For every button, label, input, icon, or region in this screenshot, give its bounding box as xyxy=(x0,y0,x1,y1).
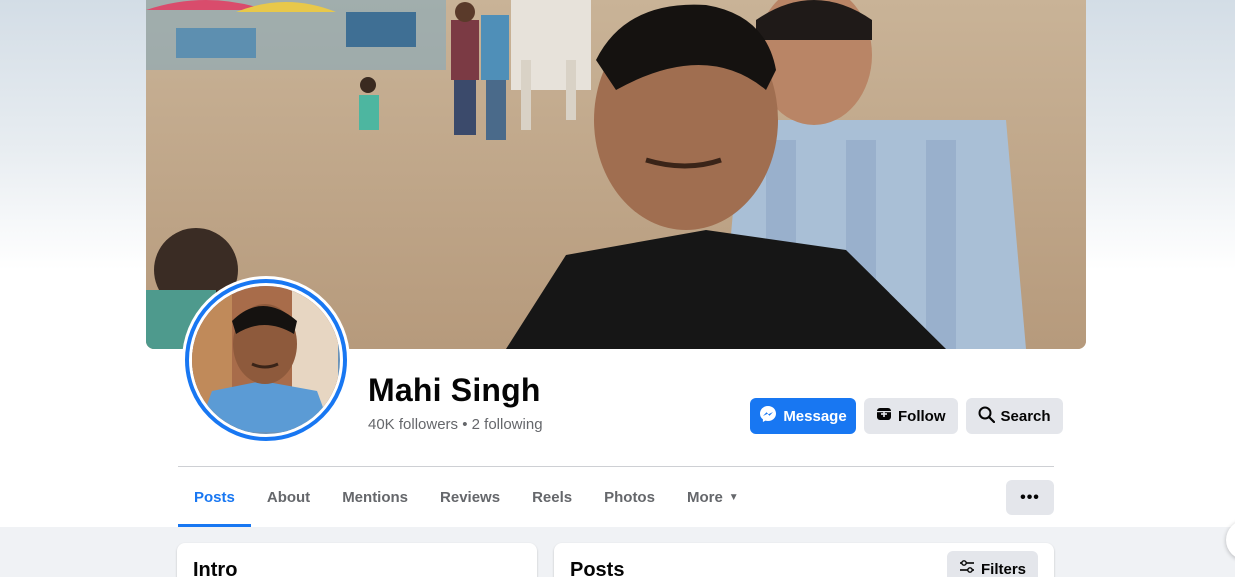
tab-label: More xyxy=(686,489,723,506)
search-label: Search xyxy=(1000,407,1051,425)
tab-photos[interactable]: Photos xyxy=(588,468,671,527)
more-dots-icon: ••• xyxy=(1020,488,1040,506)
followers-count[interactable]: 40K followers xyxy=(368,416,458,433)
tab-label: About xyxy=(266,489,311,506)
profile-avatar[interactable] xyxy=(182,276,350,444)
intro-title: Intro xyxy=(193,559,238,577)
posts-card: Posts Filters xyxy=(554,543,1054,577)
tab-label: Posts xyxy=(194,489,235,506)
profile-actions: Message Follow Search xyxy=(750,398,1063,434)
avatar-image xyxy=(192,286,340,434)
posts-title: Posts xyxy=(570,559,625,577)
follow-label: Follow xyxy=(898,407,946,425)
tab-about[interactable]: About xyxy=(251,468,326,527)
stats-separator: • xyxy=(462,416,468,433)
tab-reels[interactable]: Reels xyxy=(516,468,588,527)
intro-card: Intro xyxy=(177,543,537,577)
profile-tabs: Posts About Mentions Reviews Reels Photo… xyxy=(178,468,755,527)
profile-name: Mahi Singh xyxy=(368,372,541,408)
tab-reviews[interactable]: Reviews xyxy=(424,468,516,527)
story-ring xyxy=(185,279,347,441)
tab-label: Photos xyxy=(604,489,655,506)
follow-stats: 40K followers • 2 following xyxy=(368,416,543,433)
tab-more[interactable]: More ▼ xyxy=(671,468,755,527)
header-divider xyxy=(178,466,1054,467)
tab-label: Reels xyxy=(532,489,573,506)
follow-button[interactable]: Follow xyxy=(864,398,958,434)
following-count[interactable]: 2 following xyxy=(472,416,543,433)
filters-label: Filters xyxy=(980,560,1026,577)
tab-label: Reviews xyxy=(440,489,501,506)
tab-mentions[interactable]: Mentions xyxy=(326,468,424,527)
message-label: Message xyxy=(783,407,847,425)
tab-label: Mentions xyxy=(342,489,409,506)
search-button[interactable]: Search xyxy=(965,398,1063,434)
message-button[interactable]: Message xyxy=(750,398,856,434)
filters-button[interactable]: Filters xyxy=(946,551,1038,577)
caret-down-icon: ▼ xyxy=(728,492,739,503)
messenger-icon xyxy=(759,405,777,427)
more-options-button[interactable]: ••• xyxy=(1006,480,1054,515)
tab-posts[interactable]: Posts xyxy=(178,468,251,527)
follow-icon xyxy=(876,406,892,426)
filters-icon xyxy=(959,560,975,577)
search-icon xyxy=(978,406,995,427)
